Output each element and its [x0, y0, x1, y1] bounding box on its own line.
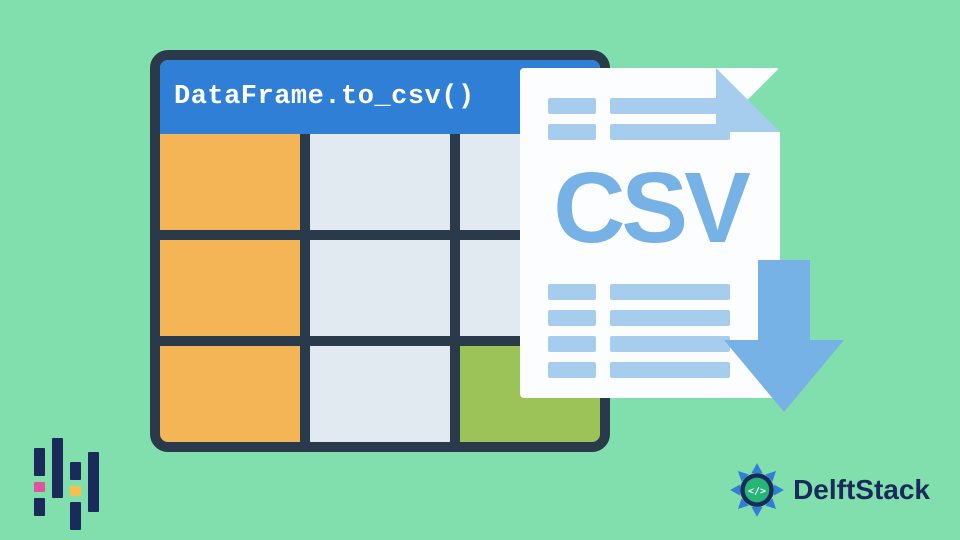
- table-cell: [160, 346, 300, 442]
- pandas-logo-icon: [34, 438, 99, 516]
- file-line: [548, 310, 730, 326]
- svg-text:</>: </>: [748, 486, 766, 497]
- delftstack-logo: </> DelftStack: [729, 462, 930, 518]
- table-cell: [160, 240, 300, 336]
- table-cell: [160, 134, 300, 230]
- file-line: [548, 124, 730, 140]
- file-line: [548, 336, 730, 352]
- table-cell: [310, 134, 450, 230]
- file-line: [548, 362, 730, 378]
- delftstack-badge-icon: </>: [729, 462, 785, 518]
- table-cell: [310, 240, 450, 336]
- file-line: [548, 284, 730, 300]
- delftstack-text: DelftStack: [793, 474, 930, 506]
- download-arrow-icon: [724, 260, 844, 420]
- table-cell: [310, 346, 450, 442]
- csv-label: CSV: [520, 158, 780, 258]
- illustration-canvas: DataFrame.to_csv() CSV: [150, 50, 810, 450]
- file-line: [548, 98, 730, 114]
